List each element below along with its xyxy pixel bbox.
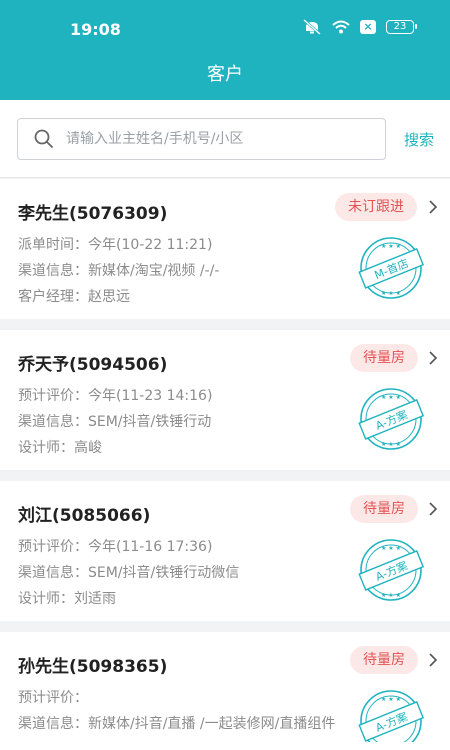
svg-text:★ ★ ★: ★ ★ ★ xyxy=(381,592,401,599)
wifi-icon xyxy=(332,20,350,34)
info-line: 渠道信息：新媒体/淘宝/视频 /-/- xyxy=(18,263,220,279)
info-line: 预计评价：今年(11-16 17:36) xyxy=(18,539,213,555)
svg-text:★ ★ ★: ★ ★ ★ xyxy=(381,441,401,448)
info-line: 预计评价：今年(11-23 14:16) xyxy=(18,388,213,404)
svg-text:★ ★ ★: ★ ★ ★ xyxy=(381,696,401,703)
status-badge: 待量房 xyxy=(350,495,418,523)
status-time: 19:08 xyxy=(70,20,121,39)
page-title: 客户 xyxy=(207,64,243,85)
search-box[interactable] xyxy=(17,118,386,160)
svg-text:★ ★ ★: ★ ★ ★ xyxy=(381,394,401,401)
info-line: 渠道信息：SEM/抖音/铁锤行动 xyxy=(18,414,212,430)
info-line: 客户经理：赵思远 xyxy=(18,289,130,305)
bottom-nav-bar xyxy=(0,742,450,750)
level-stamp: ★ ★ ★ ★ ★ ★ A-方案 xyxy=(358,537,425,607)
chevron-right-icon[interactable] xyxy=(428,652,438,672)
customer-card[interactable]: 李先生(5076309) 未订跟进 派单时间：今年(10-22 11:21) 渠… xyxy=(0,179,450,319)
customer-card[interactable]: 孙先生(5098365) 待量房 预计评价： 渠道信息：新媒体/抖音/直播 /一… xyxy=(0,632,450,742)
customer-name: 刘江(5085066) xyxy=(18,506,151,526)
customer-name: 李先生(5076309) xyxy=(18,204,168,224)
status-icons: × 23 xyxy=(302,19,417,35)
svg-text:★ ★ ★: ★ ★ ★ xyxy=(381,243,401,250)
customer-card[interactable]: 刘江(5085066) 待量房 预计评价：今年(11-16 17:36) 渠道信… xyxy=(0,481,450,621)
svg-text:★ ★ ★: ★ ★ ★ xyxy=(381,545,401,552)
chevron-right-icon[interactable] xyxy=(428,350,438,370)
status-badge: 待量房 xyxy=(350,344,418,372)
info-line: 渠道信息：SEM/抖音/铁锤行动微信 xyxy=(18,565,240,581)
info-line: 预计评价： xyxy=(18,690,88,706)
status-badge: 未订跟进 xyxy=(335,193,417,221)
search-bar: 搜索 xyxy=(0,100,450,178)
level-stamp: ★ ★ ★ ★ ★ ★ A-方案 xyxy=(358,386,425,456)
search-icon xyxy=(34,129,54,153)
search-button[interactable]: 搜索 xyxy=(404,129,434,150)
customer-card[interactable]: 乔天予(5094506) 待量房 预计评价：今年(11-23 14:16) 渠道… xyxy=(0,330,450,470)
mute-icon xyxy=(302,19,322,35)
info-line: 设计师：高峻 xyxy=(18,440,102,456)
battery-icon: 23 xyxy=(386,20,417,34)
chevron-right-icon[interactable] xyxy=(428,199,438,219)
info-line: 渠道信息：新媒体/抖音/直播 /一起装修网/直播组件 xyxy=(18,716,336,732)
info-line: 派单时间：今年(10-22 11:21) xyxy=(18,237,213,253)
level-stamp: ★ ★ ★ A-方案 xyxy=(358,688,425,742)
info-line: 设计师：刘适雨 xyxy=(18,591,116,607)
customer-name: 孙先生(5098365) xyxy=(18,657,168,677)
app-header: 19:08 × 23 客户 xyxy=(0,0,450,100)
customer-name: 乔天予(5094506) xyxy=(18,355,168,375)
level-stamp: ★ ★ ★ ★ ★ ★ M-首店 xyxy=(358,235,425,305)
chevron-right-icon[interactable] xyxy=(428,501,438,521)
sim-x-icon: × xyxy=(360,20,376,34)
status-badge: 待量房 xyxy=(350,646,418,674)
svg-text:★ ★ ★: ★ ★ ★ xyxy=(381,290,401,297)
search-input[interactable] xyxy=(66,119,376,158)
